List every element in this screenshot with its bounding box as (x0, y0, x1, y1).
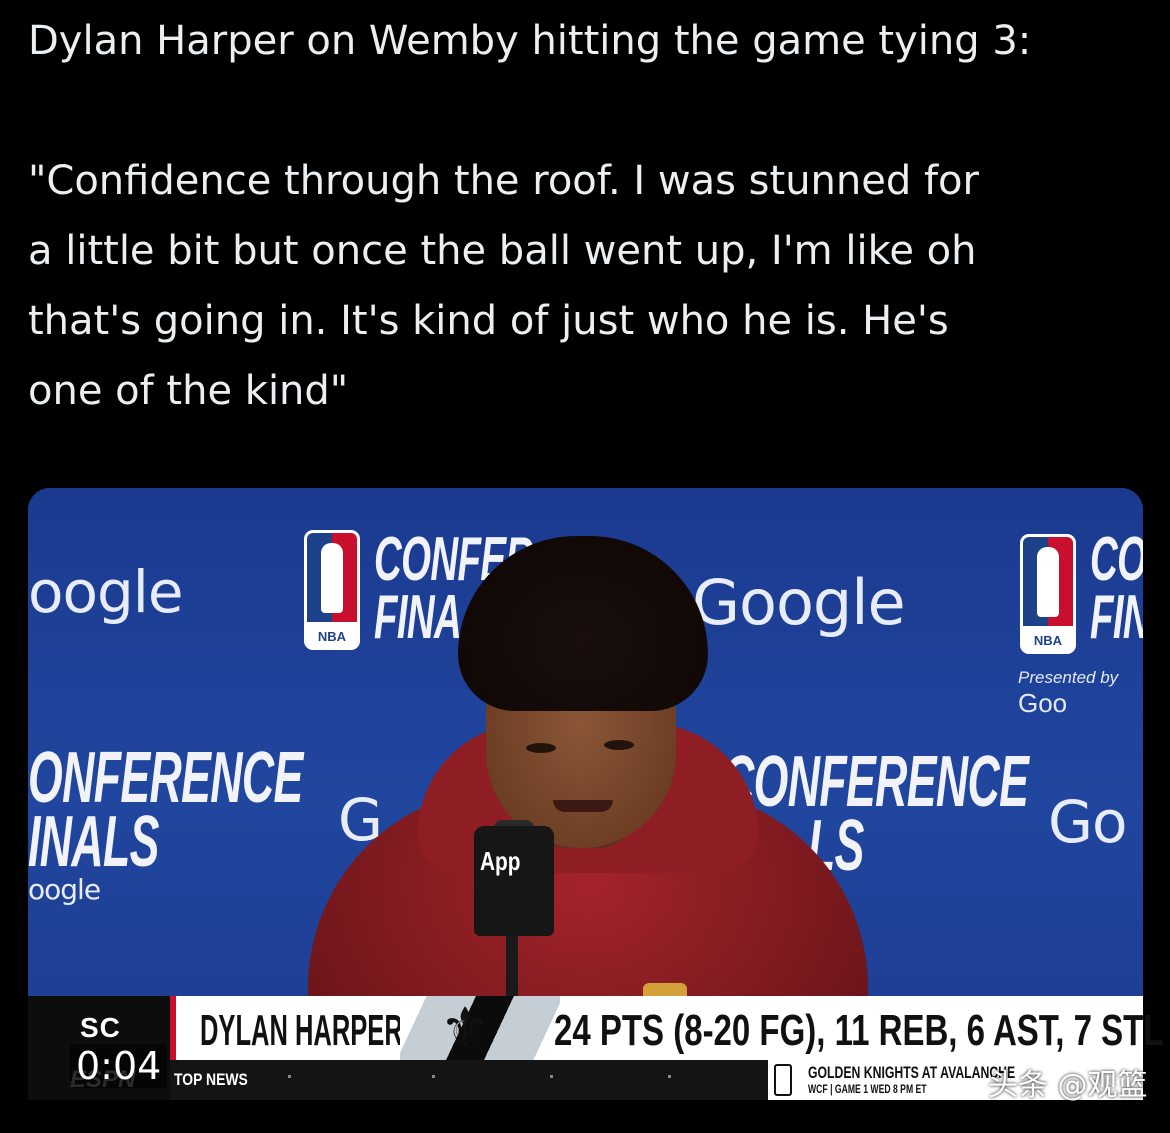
mic-flag-label: App (480, 846, 521, 876)
tweet-text: Dylan Harper on Wemby hitting the game t… (28, 6, 1138, 426)
promo-details: WCF | GAME 1 WED 8 PM ET (808, 1082, 927, 1096)
tweet-quote-line: one of the kind" (28, 368, 349, 414)
tweet-headline: Dylan Harper on Wemby hitting the game t… (28, 18, 1032, 64)
google-logo-text: oogle (28, 558, 184, 626)
presented-by-text: Presented by Goo (1018, 668, 1119, 718)
finals-text: INALS (28, 802, 159, 882)
tweet-quote-line: "Confidence through the roof. I was stun… (28, 158, 979, 204)
ticker-label: TOP NEWS (174, 1070, 248, 1089)
tweet-spacer (28, 76, 1138, 146)
promo-matchup: GOLDEN KNIGHTS AT AVALANCHE (808, 1063, 1016, 1082)
conference-text: ONFERENCE (28, 738, 303, 818)
player-stats: 24 PTS (8-20 FG), 11 REB, 6 AST, 7 STL (554, 1006, 1164, 1055)
player-name: DYLAN HARPER (200, 1006, 403, 1055)
google-logo-text: Go (1048, 788, 1127, 856)
trophy-icon (774, 1064, 792, 1096)
finals-text: FIN (1090, 583, 1143, 652)
video-timestamp: 0:04 (70, 1044, 168, 1088)
mic-flag: App (474, 826, 554, 936)
nba-label: NBA (1033, 633, 1063, 648)
watermark: 头条 @观篮 (988, 1068, 1148, 1103)
tweet-quote-line: a little bit but once the ball went up, … (28, 228, 977, 274)
lower-third: SC ESPN DYLAN HARPER ⚜ 24 PTS (8-20 FG),… (28, 996, 1163, 1100)
spurs-logo-icon: ⚜ (440, 996, 491, 1059)
conference-text: CO (1090, 525, 1143, 594)
sportscenter-logo: SC (80, 1012, 121, 1043)
player-hair (458, 536, 708, 711)
tweet-quote-line: that's going in. It's kind of just who h… (28, 298, 949, 344)
nba-logo-icon: NBA (1020, 534, 1076, 654)
